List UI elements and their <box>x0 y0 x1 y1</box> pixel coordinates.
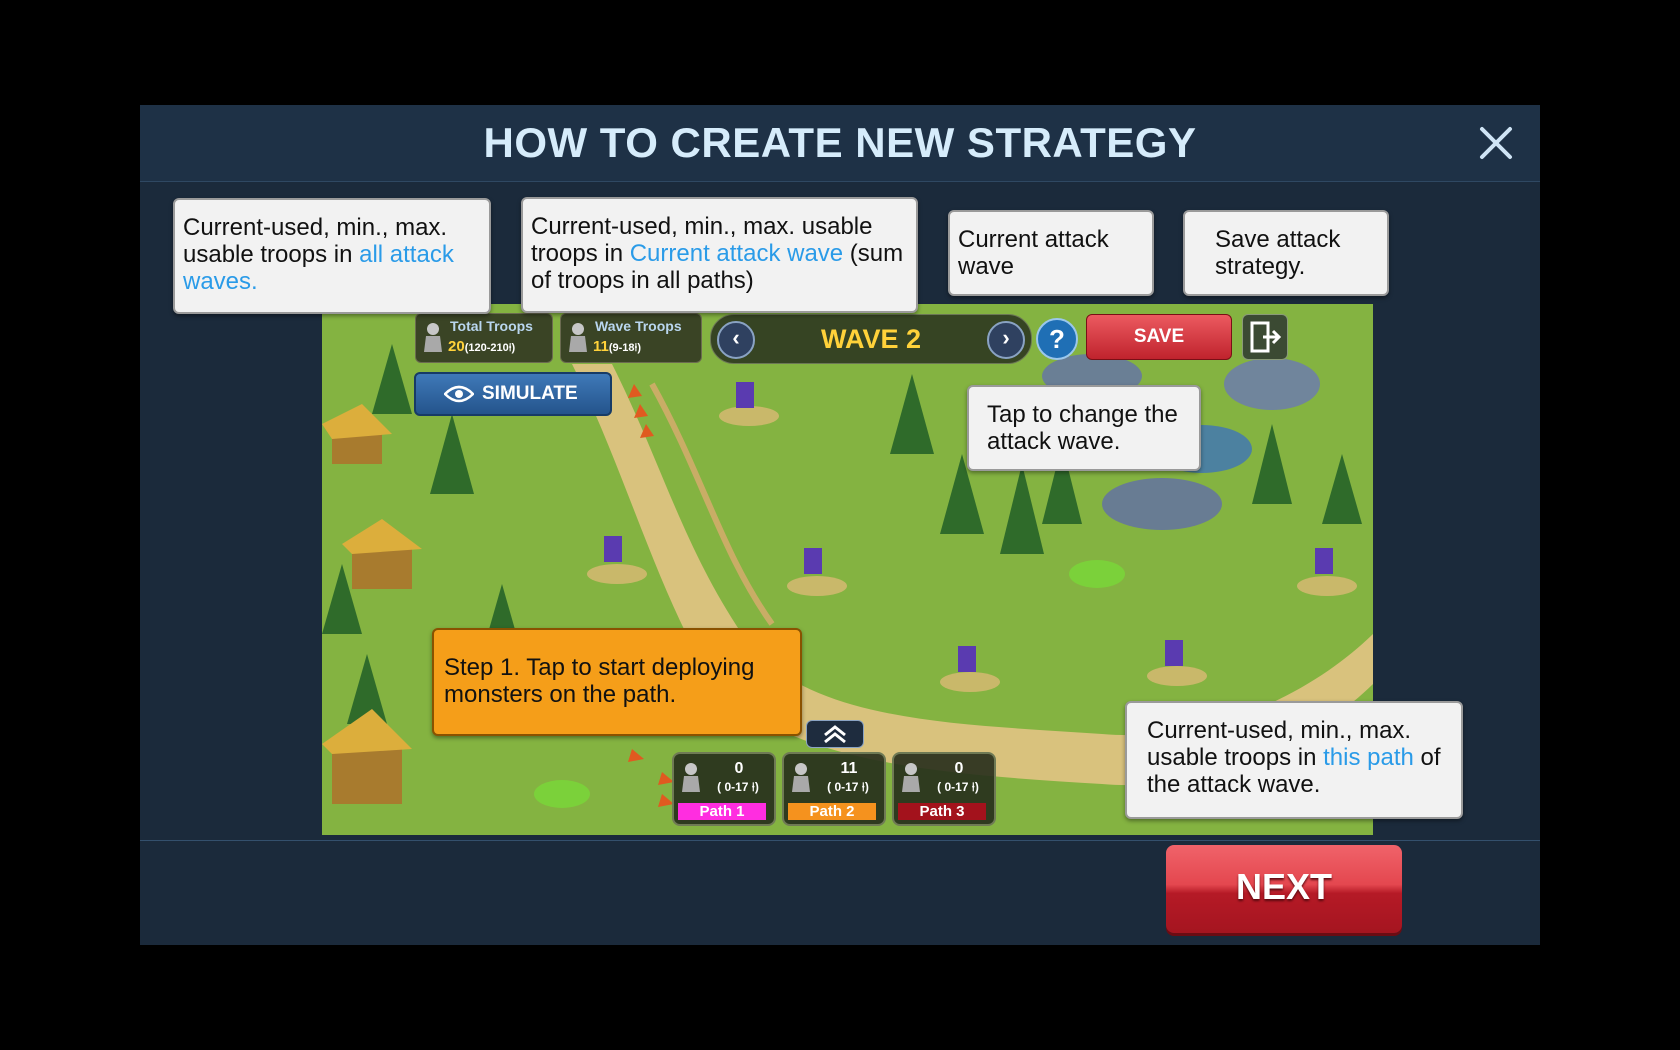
path-count: 11 <box>840 760 858 777</box>
dialog-title: HOW TO CREATE NEW STRATEGY <box>483 119 1197 166</box>
simulate-button[interactable]: SIMULATE <box>414 372 612 416</box>
dialog-header: HOW TO CREATE NEW STRATEGY <box>140 105 1540 182</box>
wave-selector: ‹ WAVE 2 › <box>710 314 1032 364</box>
path-card-2[interactable]: 11 ( 0-17 ⍿) Path 2 <box>782 752 886 826</box>
help-button[interactable]: ? <box>1036 318 1078 360</box>
callout-wave-troops: Current-used, min., max. usable troops i… <box>521 197 918 313</box>
path-label: Path 3 <box>898 803 986 820</box>
path-card-1[interactable]: 0 ( 0-17 ⍿) Path 1 <box>672 752 776 826</box>
troop-icon <box>792 763 810 792</box>
footer-divider <box>140 840 1540 841</box>
path-count: 0 <box>734 760 744 777</box>
path-range: ( 0-17 ⍿) <box>827 780 869 794</box>
collapse-panel-button[interactable] <box>806 720 864 748</box>
eye-icon <box>444 385 474 403</box>
wave-troops-label: Wave Troops <box>595 318 682 334</box>
total-troops-value: 20(120-210⍿) <box>448 338 516 355</box>
next-wave-button[interactable]: › <box>987 321 1025 359</box>
next-button[interactable]: NEXT <box>1166 845 1402 933</box>
callout-current-wave: Current attack wave <box>948 210 1154 296</box>
wave-troops-value: 11(9-18⍿) <box>593 338 642 355</box>
callout-tap-change: Tap to change the attack wave. <box>967 385 1201 471</box>
troop-icon <box>902 763 920 792</box>
wave-troops-panel: Wave Troops 11(9-18⍿) <box>560 313 702 363</box>
close-icon[interactable] <box>1474 121 1518 165</box>
total-troops-label: Total Troops <box>450 318 533 334</box>
double-chevron-up-icon <box>824 725 846 744</box>
callout-path-troops: Current-used, min., max. usable troops i… <box>1125 701 1463 819</box>
wave-label: WAVE 2 <box>820 324 922 354</box>
troop-icon <box>569 323 587 352</box>
simulate-label: SIMULATE <box>482 383 578 404</box>
path-range: ( 0-17 ⍿) <box>717 780 759 794</box>
path-count: 0 <box>954 760 964 777</box>
troop-icon <box>682 763 700 792</box>
path-label: Path 2 <box>788 803 876 820</box>
exit-icon[interactable] <box>1242 314 1288 360</box>
total-troops-panel: Total Troops 20(120-210⍿) <box>415 313 553 363</box>
path-card-3[interactable]: 0 ( 0-17 ⍿) Path 3 <box>892 752 996 826</box>
save-button[interactable]: SAVE <box>1086 314 1232 360</box>
troop-icon <box>424 323 442 352</box>
callout-total-troops: Current-used, min., max. usable troops i… <box>173 198 491 314</box>
path-range: ( 0-17 ⍿) <box>937 780 979 794</box>
path-label: Path 1 <box>678 803 766 820</box>
callout-step1: Step 1. Tap to start deploying monsters … <box>432 628 802 736</box>
callout-save: Save attack strategy. <box>1183 210 1389 296</box>
